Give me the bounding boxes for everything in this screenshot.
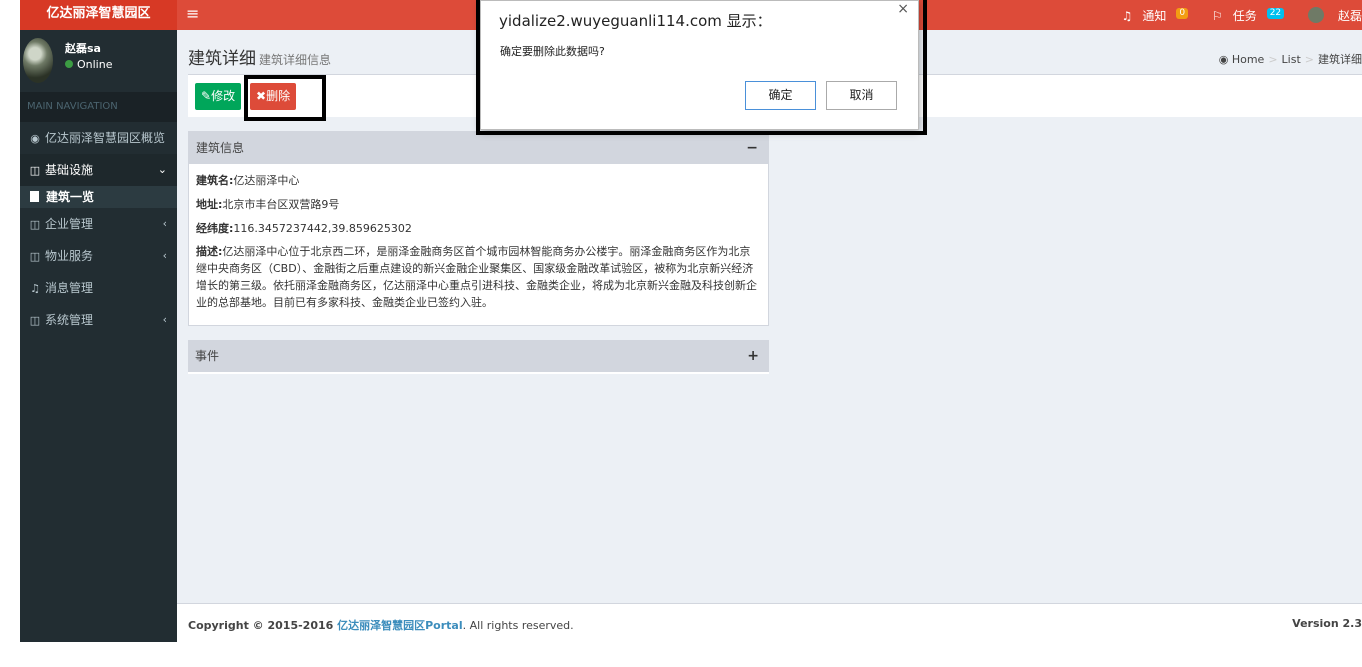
event-title: 事件 (195, 349, 220, 363)
event-box: 事件 + (188, 340, 769, 374)
confirm-ok-button[interactable]: 确定 (745, 81, 816, 110)
delete-highlight-box (244, 75, 326, 121)
building-info-title: 建筑信息 (196, 141, 245, 155)
footer-brand-link[interactable]: 亿达丽泽智慧园区Portal (337, 619, 463, 632)
footer-version: Version 2.3 (1292, 617, 1362, 630)
description-label: 描述: (196, 245, 223, 258)
edit-button[interactable]: ✎修改 (195, 83, 242, 110)
dashboard-icon: ◉ (30, 132, 40, 145)
chevron-down-icon: ⌄ (157, 163, 167, 176)
notify-count-badge: 0 (1176, 8, 1189, 19)
address-field: 地址:北京市丰台区双营路9号 (189, 196, 768, 213)
notifications-menu[interactable]: ♫ 通知 0 (1112, 8, 1189, 23)
breadcrumb-current: 建筑详细 (1318, 53, 1362, 66)
page-title-text: 建筑详细 (188, 49, 256, 69)
user-avatar-icon (1307, 7, 1324, 23)
bell-icon: ♫ (1121, 9, 1133, 23)
sidebar-item-label: 基础设施 (45, 163, 94, 177)
user-panel: 赵磊sa Online (20, 30, 177, 92)
page-title: 建筑详细 建筑详细信息 (188, 44, 331, 69)
close-icon[interactable]: × (897, 1, 909, 17)
footer: Copyright © 2015-2016 亿达丽泽智慧园区Portal. Al… (177, 603, 1362, 642)
chevron-left-icon: ‹ (162, 217, 167, 230)
copyright-text: Copyright © 2015-2016 (188, 619, 338, 632)
dialog-title: yidalize2.wuyeguanli114.com 显示： (499, 12, 772, 30)
breadcrumb-separator: > (1304, 53, 1314, 66)
sidebar-item-messages[interactable]: ♫ 消息管理 (20, 272, 177, 304)
building-name-value: 亿达丽泽中心 (233, 174, 300, 187)
building-name-field: 建筑名:亿达丽泽中心 (189, 172, 768, 189)
building-icon: ◫ (29, 164, 41, 177)
bell-icon: ♫ (30, 282, 40, 295)
sidebar-item-label: 消息管理 (45, 281, 94, 295)
sidebar-item-enterprise[interactable]: ◫ 企业管理 ‹ (20, 208, 177, 240)
collapse-icon[interactable]: − (746, 132, 758, 164)
building-icon: ◫ (29, 314, 41, 327)
building-info-header: 建筑信息 − (189, 132, 768, 164)
menu-toggle-icon[interactable]: ≡ (186, 4, 199, 23)
breadcrumb: ◉ Home > List > 建筑详细 (1219, 51, 1362, 67)
sidebar-item-infrastructure[interactable]: ◫ 基础设施 ⌄ (20, 154, 177, 186)
edit-button-label: 修改 (211, 89, 236, 103)
sidebar-item-label: 系统管理 (45, 313, 94, 327)
app-logo[interactable]: 亿达丽泽智慧园区 (20, 0, 177, 30)
user-menu-label: 赵磊 (1337, 9, 1362, 23)
sidebar-item-system[interactable]: ◫ 系统管理 ‹ (20, 304, 177, 336)
document-icon (30, 191, 39, 202)
confirm-dialog: yidalize2.wuyeguanli114.com 显示： × 确定要删除此… (480, 0, 919, 130)
sidebar-item-label: 亿达丽泽智慧园区概览 (45, 131, 166, 145)
avatar (23, 38, 53, 83)
coords-value: 116.3457237442,39.859625302 (233, 222, 412, 235)
home-icon: ◉ (1218, 53, 1229, 66)
online-dot-icon (65, 60, 73, 68)
task-label: 任务 (1232, 9, 1257, 23)
rights-text: . All rights reserved. (462, 619, 574, 632)
building-icon: ◫ (29, 250, 41, 263)
building-icon: ◫ (29, 218, 41, 231)
building-name-label: 建筑名: (196, 174, 234, 187)
sidebar: 亿达丽泽智慧园区 赵磊sa Online MAIN NAVIGATION ◉ 亿达… (20, 0, 177, 642)
building-info-box: 建筑信息 − 建筑名:亿达丽泽中心 地址:北京市丰台区双营路9号 经纬度:116… (188, 131, 769, 326)
confirm-cancel-button[interactable]: 取消 (826, 81, 897, 110)
sidebar-item-property[interactable]: ◫ 物业服务 ‹ (20, 240, 177, 272)
top-right-menu: ♫ 通知 0 ⚐ 任务 22 赵磊 (1102, 7, 1362, 24)
nav-header: MAIN NAVIGATION (20, 92, 177, 122)
breadcrumb-home[interactable]: Home (1232, 53, 1264, 66)
breadcrumb-separator: > (1268, 53, 1278, 66)
user-name: 赵磊sa (65, 42, 101, 55)
sidebar-item-label: 建筑一览 (46, 190, 95, 204)
address-label: 地址: (196, 198, 223, 211)
user-menu[interactable]: 赵磊 (1298, 7, 1362, 23)
notify-label: 通知 (1142, 9, 1167, 23)
event-header[interactable]: 事件 + (188, 340, 769, 372)
description-field: 描述:亿达丽泽中心位于北京西二环，是丽泽金融商务区首个城市园林智能商务办公楼宇。… (189, 243, 768, 311)
flag-icon: ⚐ (1211, 9, 1223, 23)
footer-copyright: Copyright © 2015-2016 亿达丽泽智慧园区Portal. Al… (188, 617, 574, 633)
expand-icon[interactable]: + (747, 340, 759, 372)
description-value: 亿达丽泽中心位于北京西二环，是丽泽金融商务区首个城市园林智能商务办公楼宇。丽泽金… (196, 245, 757, 309)
breadcrumb-list[interactable]: List (1282, 53, 1301, 66)
dialog-message: 确定要删除此数据吗? (500, 45, 605, 58)
sidebar-item-label: 企业管理 (45, 217, 94, 231)
chevron-left-icon: ‹ (162, 313, 167, 326)
page-subtitle: 建筑详细信息 (259, 53, 332, 67)
pencil-icon: ✎ (201, 89, 212, 103)
user-status-text: Online (77, 58, 113, 71)
user-status: Online (65, 58, 112, 71)
address-value: 北京市丰台区双营路9号 (222, 198, 340, 211)
tasks-menu[interactable]: ⚐ 任务 22 (1202, 8, 1285, 23)
sidebar-item-overview[interactable]: ◉ 亿达丽泽智慧园区概览 (20, 122, 177, 154)
coords-field: 经纬度:116.3457237442,39.859625302 (189, 220, 768, 237)
chevron-left-icon: ‹ (162, 249, 167, 262)
sidebar-item-label: 物业服务 (45, 249, 94, 263)
task-count-badge: 22 (1266, 8, 1285, 19)
coords-label: 经纬度: (196, 222, 234, 235)
sidebar-subitem-buildings[interactable]: 建筑一览 (20, 186, 177, 208)
